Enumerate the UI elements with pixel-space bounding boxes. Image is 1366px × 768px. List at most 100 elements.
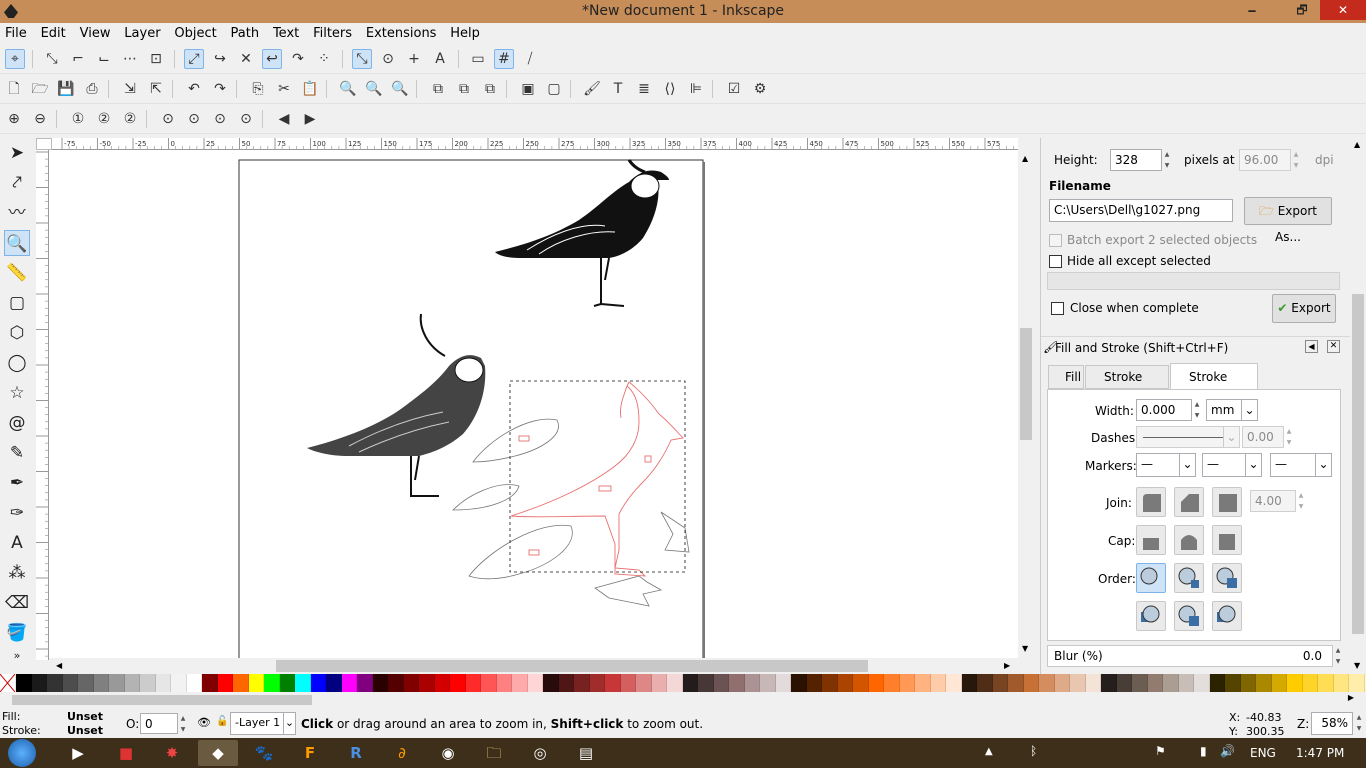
blur-slider[interactable]: Blur (%) 0.0 [1047, 645, 1333, 667]
snap-bbox-midpoint-icon[interactable]: ⋯ [120, 49, 140, 69]
order-stroke-markers-fill-icon[interactable] [1174, 601, 1204, 631]
network-icon[interactable]: ▮ [1200, 744, 1207, 758]
height-input[interactable]: 328 [1110, 149, 1162, 171]
zoom-1-1-icon[interactable]: ① [68, 109, 88, 129]
palette-swatch[interactable] [1287, 674, 1303, 692]
palette-swatch[interactable] [1256, 674, 1272, 692]
menu-extensions[interactable]: Extensions [361, 23, 442, 44]
clock[interactable]: 1:47 PM [1296, 746, 1344, 760]
canvas-vscroll-thumb[interactable] [1020, 328, 1032, 440]
menu-text[interactable]: Text [268, 23, 304, 44]
snap-bbox-center-icon[interactable]: ⊡ [146, 49, 166, 69]
menu-filters[interactable]: Filters [308, 23, 357, 44]
palette-swatch[interactable] [481, 674, 497, 692]
3d-box-tool-icon[interactable]: ⬡ [4, 320, 30, 346]
more-tools-icon[interactable]: » [4, 648, 30, 664]
palette-swatch[interactable] [279, 674, 295, 692]
zoom-page-icon[interactable]: 🔍 [390, 79, 410, 99]
iconify-icon[interactable]: ◀ [1305, 340, 1318, 353]
tab-stroke-style[interactable]: Stroke style [1170, 363, 1258, 410]
zoom-page-width-icon[interactable]: ⊙ [236, 109, 256, 129]
snap-bbox-icon[interactable]: ⤡ [42, 49, 62, 69]
palette-swatch[interactable] [744, 674, 760, 692]
fill-stroke-icon[interactable]: 🖌 [582, 79, 602, 99]
palette-swatch[interactable] [667, 674, 683, 692]
zoom-drawing-icon[interactable]: 🔍 [364, 79, 384, 99]
volume-icon[interactable]: 🔊 [1220, 744, 1235, 758]
scroll-right-icon[interactable]: ▶ [1004, 661, 1010, 670]
blur-spinner-icon[interactable]: ▲ ▼ [1333, 645, 1343, 667]
palette-swatch[interactable] [1225, 674, 1241, 692]
palette-swatch[interactable] [527, 674, 543, 692]
filename-input[interactable]: C:\Users\Dell\g1027.png [1049, 199, 1233, 222]
dash-offset-input[interactable]: 0.00 [1242, 426, 1284, 448]
snap-bbox-edge-icon[interactable]: ⌐ [68, 49, 88, 69]
palette-swatch[interactable] [1240, 674, 1256, 692]
zoom-selection-fit-icon[interactable]: ⊙ [158, 109, 178, 129]
opacity-input[interactable]: 0 [140, 713, 178, 734]
menu-help[interactable]: Help [445, 23, 485, 44]
snap-grid-icon[interactable]: # [494, 49, 514, 69]
canvas-horizontal-scrollbar[interactable]: ◀ ▶ [52, 658, 1018, 674]
vertical-ruler[interactable] [36, 150, 49, 660]
star-tool-icon[interactable]: ☆ [4, 380, 30, 406]
menu-file[interactable]: File [0, 23, 32, 44]
palette-swatch[interactable] [233, 674, 249, 692]
zoom-2-1-icon[interactable]: ② [120, 109, 140, 129]
snap-midpoint-icon[interactable]: ⁘ [314, 49, 334, 69]
palette-swatch[interactable] [47, 674, 63, 692]
align-icon[interactable]: ⊫ [686, 79, 706, 99]
palette-swatch[interactable] [1039, 674, 1055, 692]
zoom-next-icon[interactable]: ▶ [300, 109, 320, 129]
panel-scroll-thumb[interactable] [1352, 294, 1364, 634]
palette-swatch[interactable] [915, 674, 931, 692]
calligraphy-tool-icon[interactable]: ✑ [4, 500, 30, 526]
palette-swatch[interactable] [419, 674, 435, 692]
dashes-select[interactable]: ⌄ [1136, 426, 1240, 448]
layers-icon[interactable]: ≣ [634, 79, 654, 99]
selector-tool-icon[interactable]: ➤ [4, 140, 30, 166]
tweak-tool-icon[interactable]: 〰 [4, 200, 30, 226]
spray-tool-icon[interactable]: ⁂ [4, 560, 30, 586]
xml-editor-icon[interactable]: ⟨⟩ [660, 79, 680, 99]
node-tool-icon[interactable]: ⤤ [4, 170, 30, 196]
app-gear-icon[interactable]: ✸ [152, 740, 192, 766]
tab-stroke-paint[interactable]: Stroke paint [1085, 365, 1169, 406]
palette-swatch[interactable] [403, 674, 419, 692]
palette-swatch[interactable] [1116, 674, 1132, 692]
order-stroke-fill-markers-icon[interactable] [1174, 563, 1204, 593]
snap-cusp-icon[interactable]: ↩ [262, 49, 282, 69]
palette-swatch[interactable] [760, 674, 776, 692]
palette-swatch[interactable] [1147, 674, 1163, 692]
palette-swatch[interactable] [372, 674, 388, 692]
preferences-icon[interactable]: ⚙ [750, 79, 770, 99]
palette-swatch[interactable] [341, 674, 357, 692]
text-font-icon[interactable]: T [608, 79, 628, 99]
palette-swatch[interactable] [16, 674, 32, 692]
palette-swatch[interactable] [186, 674, 202, 692]
scroll-up-icon[interactable]: ▲ [1022, 154, 1028, 163]
palette-swatch[interactable] [465, 674, 481, 692]
palette-swatch[interactable] [109, 674, 125, 692]
minimize-button[interactable]: 🗕 [1238, 0, 1266, 20]
palette-swatch[interactable] [1178, 674, 1194, 692]
palette-swatch[interactable] [310, 674, 326, 692]
scroll-down-icon[interactable]: ▼ [1022, 644, 1028, 653]
panel-scroll-down-icon[interactable]: ▼ [1354, 661, 1360, 670]
eraser-tool-icon[interactable]: ⌫ [4, 590, 30, 616]
join-miter-icon[interactable] [1136, 487, 1166, 517]
width-unit-select[interactable]: mm ⌄ [1206, 399, 1258, 421]
snap-center-icon[interactable]: ⊙ [378, 49, 398, 69]
spiral-tool-icon[interactable]: @ [4, 410, 30, 436]
join-round-icon[interactable] [1174, 487, 1204, 517]
snap-intersection-icon[interactable]: ✕ [236, 49, 256, 69]
close-when-complete-checkbox[interactable] [1051, 302, 1064, 315]
palette-scroll-thumb[interactable] [12, 695, 312, 705]
palette-swatch[interactable] [899, 674, 915, 692]
palette-swatch[interactable] [295, 674, 311, 692]
palette-swatch[interactable] [171, 674, 187, 692]
palette-swatch[interactable] [248, 674, 264, 692]
palette-swatch[interactable] [868, 674, 884, 692]
opacity-spinner-icon[interactable]: ▲ ▼ [178, 713, 188, 735]
palette-swatch[interactable] [651, 674, 667, 692]
